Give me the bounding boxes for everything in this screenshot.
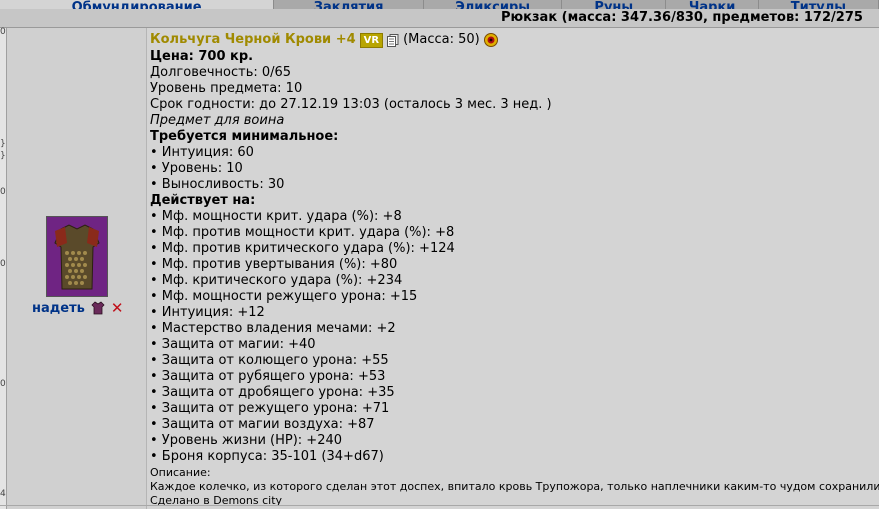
tab-strip: Обмундирование Заклятия Эликсиры Руны Ча… — [0, 0, 879, 9]
effect-item: • Мф. критического удара (%): +234 — [150, 273, 403, 288]
effect-item: • Мф. против мощности крит. удара (%): +… — [150, 225, 455, 240]
effect-item: • Интуиция: +12 — [150, 305, 265, 320]
item-name[interactable]: Кольчуга Черной Крови +4 — [150, 32, 356, 48]
vr-badge: VR — [359, 32, 384, 48]
tab-titles[interactable]: Титулы — [759, 0, 879, 9]
gutter-mark: 0 — [0, 27, 6, 37]
tab-label: Чарки — [688, 0, 736, 9]
effect-item: • Броня корпуса: 35-101 (34+d67) — [150, 449, 384, 464]
gutter-mark: 0 — [0, 379, 6, 389]
effect-item: • Защита от магии: +40 — [150, 337, 316, 352]
item-class-note: Предмет для воина — [150, 113, 285, 128]
effect-item: • Мф. против критического удара (%): +12… — [150, 241, 455, 256]
effect-item: • Защита от магии воздуха: +87 — [150, 417, 375, 432]
wear-link[interactable]: надеть — [32, 301, 85, 316]
copy-icon[interactable] — [387, 33, 399, 47]
dress-icon[interactable] — [91, 301, 105, 315]
item-image-cell: надеть ✕ — [7, 28, 147, 509]
description-text: Каждое колечко, из которого сделан этот … — [150, 480, 879, 493]
item-level: Уровень предмета: 10 — [150, 81, 303, 96]
chainmail-icon — [47, 217, 107, 296]
backpack-info: Рюкзак (масса: 347.36/830, предметов: 17… — [501, 10, 863, 25]
gutter-mark: } — [0, 151, 6, 161]
requirement-item: • Уровень: 10 — [150, 161, 243, 176]
item-expiry: Срок годности: до 27.12.19 13:03 (остало… — [150, 97, 552, 112]
item-image — [46, 216, 108, 297]
tab-label: Эликсиры — [455, 0, 531, 9]
tab-label: Обмундирование — [71, 0, 202, 9]
item-durability: Долговечность: 0/65 — [150, 65, 292, 80]
backpack-header: Рюкзак (масса: 347.36/830, предметов: 17… — [0, 9, 879, 28]
tab-label: Заклятия — [313, 0, 384, 9]
gutter-mark: 0 — [0, 187, 6, 197]
tab-label: Титулы — [790, 0, 847, 9]
effect-item: • Мастерство владения мечами: +2 — [150, 321, 396, 336]
description-label: Описание: — [150, 466, 211, 479]
item-title-line: Кольчуга Черной Крови +4 VR (Масса: 50) — [150, 31, 879, 49]
requirements-title: Требуется минимальное: — [150, 129, 339, 144]
tab-label: Руны — [594, 0, 634, 9]
gutter-mark: 0 — [0, 259, 6, 269]
tab-equipment[interactable]: Обмундирование — [0, 0, 275, 9]
effect-item: • Защита от дробящего урона: +35 — [150, 385, 395, 400]
effect-item: • Защита от режущего урона: +71 — [150, 401, 390, 416]
tab-charms[interactable]: Чарки — [666, 0, 759, 9]
tab-spells[interactable]: Заклятия — [274, 0, 425, 9]
left-gutter: 0 } } 0 0 0 4 — [0, 28, 7, 509]
category-icon — [483, 33, 498, 47]
gutter-mark: } — [0, 139, 6, 149]
effects-title: Действует на: — [150, 193, 256, 208]
bottom-divider — [0, 505, 879, 506]
delete-icon[interactable]: ✕ — [111, 299, 124, 317]
effect-item: • Мф. против увертывания (%): +80 — [150, 257, 398, 272]
effect-item: • Защита от колющего урона: +55 — [150, 353, 389, 368]
requirement-item: • Выносливость: 30 — [150, 177, 285, 192]
effect-item: • Защита от рубящего урона: +53 — [150, 369, 386, 384]
effect-item: • Мф. мощности режущего урона: +15 — [150, 289, 418, 304]
item-actions: надеть ✕ — [32, 299, 123, 317]
gutter-mark: 4 — [0, 489, 6, 499]
item-info: Кольчуга Черной Крови +4 VR (Масса: 50) … — [150, 31, 879, 507]
item-price: Цена: 700 кр. — [150, 49, 254, 64]
effect-item: • Уровень жизни (HP): +240 — [150, 433, 343, 448]
tab-elixirs[interactable]: Эликсиры — [424, 0, 563, 9]
tab-runes[interactable]: Руны — [562, 0, 667, 9]
requirement-item: • Интуиция: 60 — [150, 145, 254, 160]
effect-item: • Мф. мощности крит. удара (%): +8 — [150, 209, 402, 224]
item-weight: (Масса: 50) — [403, 32, 480, 47]
